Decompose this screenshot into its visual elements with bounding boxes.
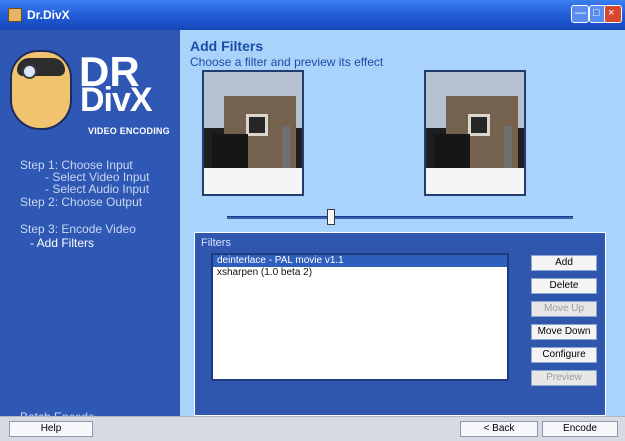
add-button[interactable]: Add — [531, 255, 597, 271]
main-content: Add Filters Choose a filter and preview … — [180, 30, 625, 416]
filter-list[interactable]: deinterlace - PAL movie v1.1 xsharpen (1… — [211, 253, 509, 381]
head-mirror-icon — [22, 64, 37, 79]
preview-window — [468, 114, 490, 136]
filters-label: Filters — [201, 237, 231, 249]
sidebar-step-add-filters[interactable]: - Add Filters — [30, 237, 94, 249]
doctor-face-icon — [10, 50, 72, 130]
move-down-button[interactable]: Move Down — [531, 324, 597, 340]
filtered-preview — [424, 70, 526, 196]
configure-button[interactable]: Configure — [531, 347, 597, 363]
filters-panel: Filters deinterlace - PAL movie v1.1 xsh… — [194, 232, 606, 416]
preview-slider-thumb[interactable] — [327, 209, 335, 225]
bottom-bar: Help < Back Encode — [0, 416, 625, 441]
encode-button[interactable]: Encode — [542, 421, 618, 437]
brand-divx: DivX — [80, 81, 153, 119]
sidebar-step-2[interactable]: Step 2: Choose Output — [20, 196, 142, 208]
brand-tagline: VIDEO ENCODING — [88, 126, 170, 136]
original-preview — [202, 70, 304, 196]
minimize-icon: — — [575, 7, 586, 19]
preview-doorway — [434, 134, 470, 170]
move-up-button[interactable]: Move Up — [531, 301, 597, 317]
preview-snow — [204, 168, 302, 194]
preview-window — [246, 114, 268, 136]
sidebar: DR DivX VIDEO ENCODING Step 1: Choose In… — [0, 30, 180, 424]
minimize-button[interactable]: — — [571, 5, 589, 23]
filter-list-item[interactable]: xsharpen (1.0 beta 2) — [213, 267, 507, 279]
sidebar-step-audio-input[interactable]: - Select Audio Input — [45, 183, 149, 195]
close-icon: × — [608, 7, 615, 19]
window-title: Dr.DivX — [27, 8, 70, 22]
preview-slider-track[interactable] — [227, 216, 573, 219]
delete-button[interactable]: Delete — [531, 278, 597, 294]
back-button[interactable]: < Back — [460, 421, 538, 437]
page-subtitle: Choose a filter and preview its effect — [190, 55, 384, 69]
brand-logo: DR DivX VIDEO ENCODING — [10, 50, 170, 150]
close-button[interactable]: × — [604, 5, 622, 23]
maximize-icon: □ — [593, 7, 600, 19]
preview-snow — [426, 168, 524, 194]
sidebar-step-3[interactable]: Step 3: Encode Video — [20, 223, 136, 235]
preview-doorway — [212, 134, 248, 170]
titlebar: Dr.DivX — □ × — [0, 0, 625, 30]
help-button[interactable]: Help — [9, 421, 93, 437]
page-title: Add Filters — [190, 38, 264, 54]
extra-button[interactable]: Preview — [531, 370, 597, 386]
app-icon — [8, 8, 22, 22]
filter-list-item[interactable]: deinterlace - PAL movie v1.1 — [213, 255, 507, 267]
